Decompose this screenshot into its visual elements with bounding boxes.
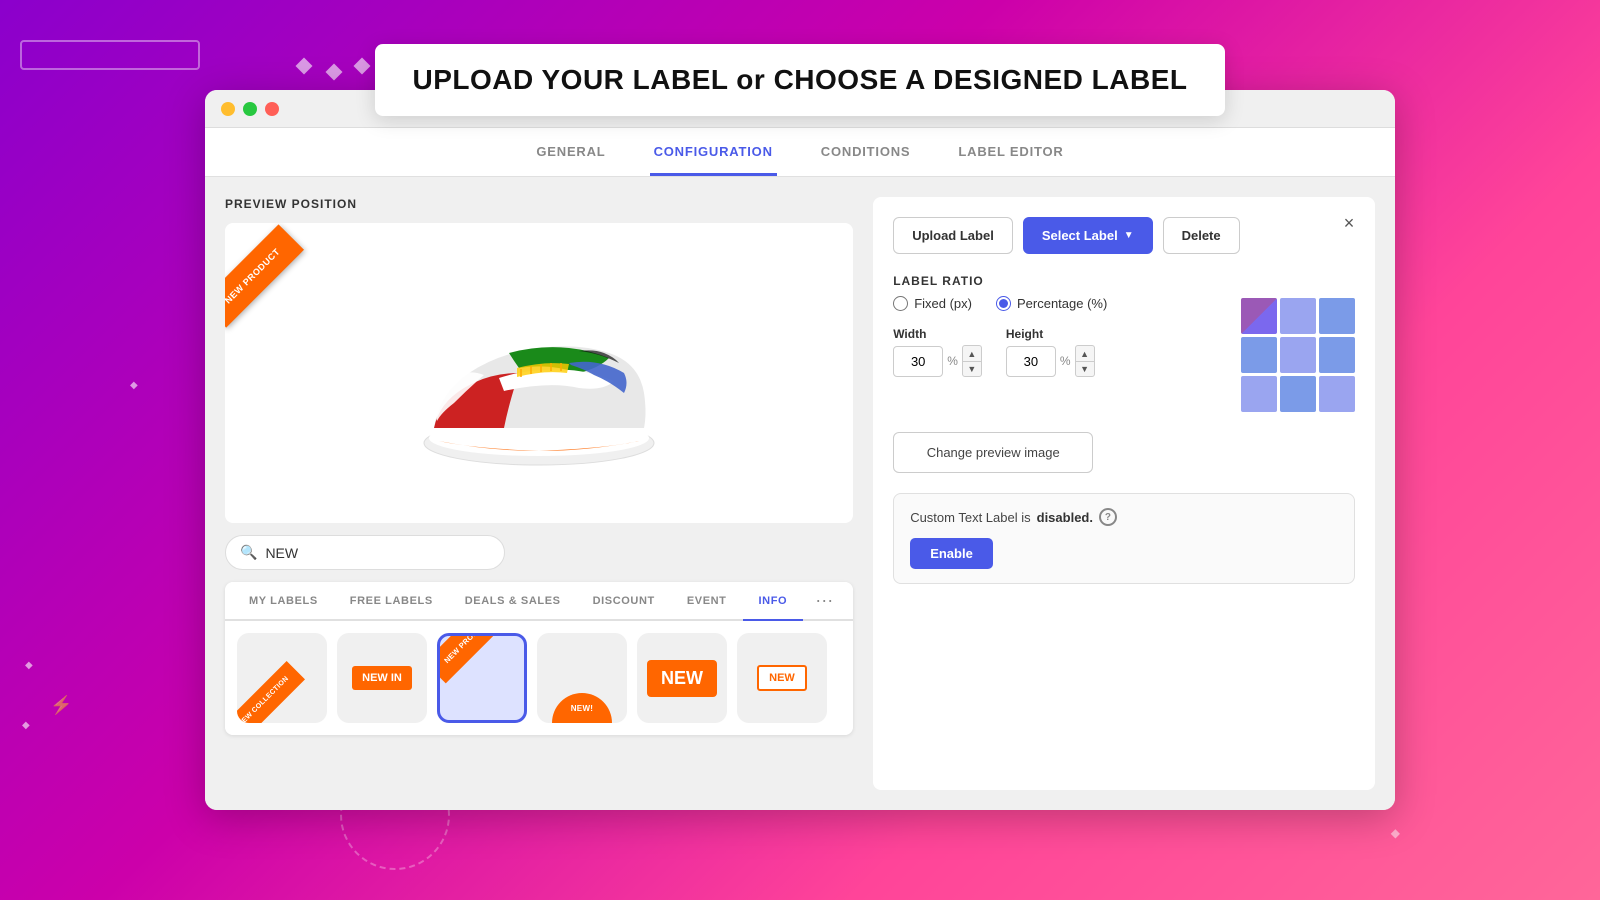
search-icon: 🔍 bbox=[240, 544, 257, 561]
tab-general[interactable]: GENERAL bbox=[532, 128, 609, 176]
pos-middle-left[interactable] bbox=[1241, 337, 1277, 373]
tab-my-labels[interactable]: MY LABELS bbox=[233, 583, 334, 621]
radio-percentage[interactable]: Percentage (%) bbox=[996, 296, 1107, 311]
height-input-row: % ▲ ▼ bbox=[1006, 345, 1095, 377]
label-new-product-ribbon: NEW PRODUCT bbox=[437, 633, 509, 683]
label-new-half-badge: NEW! bbox=[552, 693, 612, 723]
height-increment-button[interactable]: ▲ bbox=[1075, 345, 1095, 361]
preview-panel: PREVIEW POSITION NEW PRODUCT bbox=[225, 197, 853, 790]
search-input[interactable] bbox=[265, 545, 490, 561]
tab-event[interactable]: EVENT bbox=[671, 583, 743, 621]
radio-fixed-px-label: Fixed (px) bbox=[914, 296, 972, 311]
label-item-new-half[interactable]: NEW! bbox=[537, 633, 627, 723]
traffic-light-green[interactable] bbox=[243, 102, 257, 116]
select-label-chevron-icon: ▼ bbox=[1124, 230, 1134, 241]
custom-text-status: disabled. bbox=[1037, 510, 1093, 525]
height-label: Height bbox=[1006, 327, 1095, 341]
traffic-light-yellow[interactable] bbox=[221, 102, 235, 116]
ratio-config-row: LABEL RATIO Fixed (px) Percentage (%) bbox=[893, 274, 1355, 412]
preview-ribbon: NEW PRODUCT bbox=[225, 224, 304, 327]
sneaker-image bbox=[409, 273, 669, 473]
label-item-new-product[interactable]: NEW PRODUCT bbox=[437, 633, 527, 723]
app-window: GENERAL CONFIGURATION CONDITIONS LABEL E… bbox=[205, 90, 1395, 810]
height-unit: % bbox=[1060, 354, 1071, 368]
label-new-plain-badge: NEW bbox=[647, 660, 717, 697]
main-content: PREVIEW POSITION NEW PRODUCT bbox=[205, 177, 1395, 810]
pos-bottom-right[interactable] bbox=[1319, 376, 1355, 412]
width-increment-button[interactable]: ▲ bbox=[962, 345, 982, 361]
label-item-new-collection[interactable]: NEW COLLECTION bbox=[237, 633, 327, 723]
height-group: Height % ▲ ▼ bbox=[1006, 327, 1095, 377]
width-decrement-button[interactable]: ▼ bbox=[962, 361, 982, 377]
tab-free-labels[interactable]: FREE LABELS bbox=[334, 583, 449, 621]
tab-configuration[interactable]: CONFIGURATION bbox=[650, 128, 777, 176]
width-stepper: ▲ ▼ bbox=[962, 345, 982, 377]
width-input[interactable] bbox=[893, 346, 943, 377]
pos-top-right[interactable] bbox=[1319, 298, 1355, 334]
tab-label-editor[interactable]: LABEL EDITOR bbox=[954, 128, 1067, 176]
select-label-text: Select Label bbox=[1042, 228, 1118, 243]
preview-image-container: NEW PRODUCT bbox=[225, 223, 853, 523]
dimensions-row: Width % ▲ ▼ Height bbox=[893, 327, 1221, 377]
label-category-tabs: MY LABELS FREE LABELS DEALS & SALES DISC… bbox=[225, 582, 853, 621]
delete-button[interactable]: Delete bbox=[1163, 217, 1240, 254]
width-group: Width % ▲ ▼ bbox=[893, 327, 982, 377]
height-decrement-button[interactable]: ▼ bbox=[1075, 361, 1095, 377]
radio-percentage-input[interactable] bbox=[996, 296, 1011, 311]
ratio-section: LABEL RATIO Fixed (px) Percentage (%) bbox=[893, 274, 1221, 377]
header-banner: UPLOAD YOUR LABEL or CHOOSE A DESIGNED L… bbox=[375, 44, 1225, 116]
height-stepper: ▲ ▼ bbox=[1075, 345, 1095, 377]
pos-top-left[interactable] bbox=[1241, 298, 1277, 334]
upload-label-button[interactable]: Upload Label bbox=[893, 217, 1013, 254]
preview-position-label: PREVIEW POSITION bbox=[225, 197, 853, 211]
enable-custom-text-button[interactable]: Enable bbox=[910, 538, 993, 569]
pos-middle-center[interactable] bbox=[1280, 337, 1316, 373]
tab-info[interactable]: INFO bbox=[743, 583, 804, 621]
more-categories-button[interactable]: ··· bbox=[803, 582, 845, 619]
tab-discount[interactable]: DISCOUNT bbox=[577, 583, 671, 621]
pos-middle-right[interactable] bbox=[1319, 337, 1355, 373]
radio-fixed-px-input[interactable] bbox=[893, 296, 908, 311]
width-unit: % bbox=[947, 354, 958, 368]
label-ratio-title: LABEL RATIO bbox=[893, 274, 1221, 288]
select-label-button[interactable]: Select Label ▼ bbox=[1023, 217, 1153, 254]
label-new-in-badge: NEW IN bbox=[352, 666, 412, 690]
pos-top-center[interactable] bbox=[1280, 298, 1316, 334]
width-input-row: % ▲ ▼ bbox=[893, 345, 982, 377]
custom-text-status-row: Custom Text Label is disabled. ? bbox=[910, 508, 1338, 526]
ratio-radio-group: Fixed (px) Percentage (%) bbox=[893, 296, 1221, 311]
custom-text-box: Custom Text Label is disabled. ? Enable bbox=[893, 493, 1355, 584]
label-grid: NEW COLLECTION NEW IN NEW PRODUCT NEW! bbox=[225, 621, 853, 735]
close-button[interactable]: × bbox=[1335, 209, 1363, 237]
info-icon[interactable]: ? bbox=[1099, 508, 1117, 526]
tabs-nav: GENERAL CONFIGURATION CONDITIONS LABEL E… bbox=[205, 128, 1395, 177]
pos-bottom-center[interactable] bbox=[1280, 376, 1316, 412]
traffic-light-red[interactable] bbox=[265, 102, 279, 116]
label-item-new-outline[interactable]: NEW bbox=[737, 633, 827, 723]
label-item-new-plain[interactable]: NEW bbox=[637, 633, 727, 723]
height-input[interactable] bbox=[1006, 346, 1056, 377]
tab-conditions[interactable]: CONDITIONS bbox=[817, 128, 915, 176]
pos-bottom-left[interactable] bbox=[1241, 376, 1277, 412]
header-title: UPLOAD YOUR LABEL or CHOOSE A DESIGNED L… bbox=[405, 64, 1195, 96]
label-new-collection-ribbon: NEW COLLECTION bbox=[237, 661, 305, 723]
tab-deals-sales[interactable]: DEALS & SALES bbox=[449, 583, 577, 621]
radio-percentage-label: Percentage (%) bbox=[1017, 296, 1107, 311]
position-grid bbox=[1241, 298, 1355, 412]
radio-fixed-px[interactable]: Fixed (px) bbox=[893, 296, 972, 311]
custom-text-label-prefix: Custom Text Label is bbox=[910, 510, 1030, 525]
change-preview-row: Change preview image bbox=[893, 432, 1355, 473]
width-label: Width bbox=[893, 327, 982, 341]
search-container: 🔍 bbox=[225, 535, 505, 570]
label-item-new-in[interactable]: NEW IN bbox=[337, 633, 427, 723]
change-preview-image-button[interactable]: Change preview image bbox=[893, 432, 1093, 473]
action-buttons-row: Upload Label Select Label ▼ Delete bbox=[893, 217, 1355, 254]
label-new-outline-badge: NEW bbox=[757, 665, 807, 691]
config-panel: × Upload Label Select Label ▼ Delete LAB… bbox=[873, 197, 1375, 790]
